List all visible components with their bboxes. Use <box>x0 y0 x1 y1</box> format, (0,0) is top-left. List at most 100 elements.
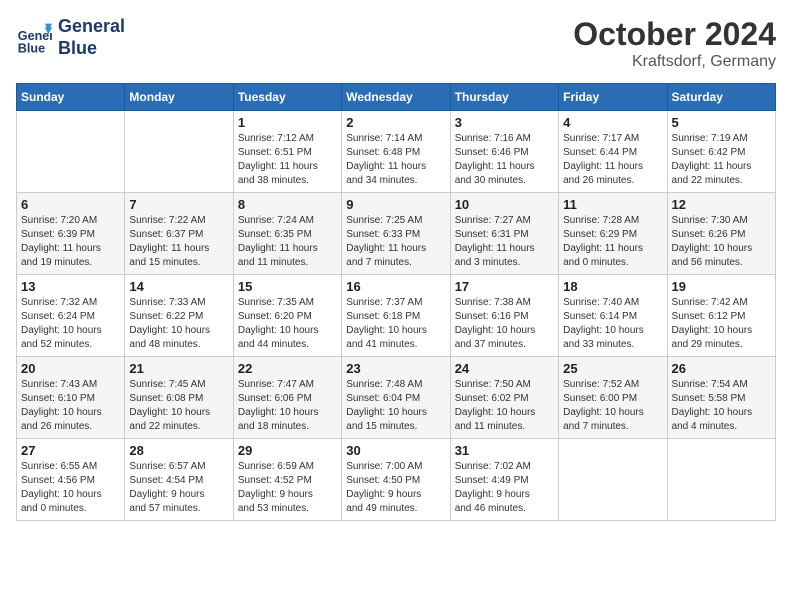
day-number: 17 <box>455 279 554 294</box>
calendar-cell: 17 Sunrise: 7:38 AM Sunset: 6:16 PM Dayli… <box>450 275 558 357</box>
month-title: October 2024 <box>573 16 776 53</box>
day-number: 14 <box>129 279 228 294</box>
weekday-header: Sunday <box>17 84 125 111</box>
day-info: Sunrise: 7:35 AM Sunset: 6:20 PM Dayligh… <box>238 296 337 352</box>
day-info: Sunrise: 7:14 AM Sunset: 6:48 PM Dayligh… <box>346 132 445 188</box>
location: Kraftsdorf, Germany <box>573 53 776 71</box>
weekday-header: Monday <box>125 84 233 111</box>
day-number: 4 <box>563 115 662 130</box>
day-info: Sunrise: 7:40 AM Sunset: 6:14 PM Dayligh… <box>563 296 662 352</box>
calendar-cell: 24Sunrise: 7:50 AM Sunset: 6:02 PM Dayli… <box>450 357 558 439</box>
calendar-body: 1 Sunrise: 7:12 AM Sunset: 6:51 PM Daylig… <box>17 111 776 521</box>
page-header: General Blue General Blue October 2024 K… <box>16 16 776 71</box>
calendar-cell: 28 Sunrise: 6:57 AM Sunset: 4:54 PM Dayli… <box>125 439 233 521</box>
calendar-cell: 23Sunrise: 7:48 AM Sunset: 6:04 PM Dayli… <box>342 357 450 439</box>
day-info: Sunrise: 7:12 AM Sunset: 6:51 PM Dayligh… <box>238 132 337 188</box>
day-number: 25 <box>563 361 662 376</box>
calendar-cell: 8 Sunrise: 7:24 AM Sunset: 6:35 PM Daylig… <box>233 193 341 275</box>
day-info: Sunrise: 7:43 AM Sunset: 6:10 PM Dayligh… <box>21 378 120 434</box>
svg-text:Blue: Blue <box>18 41 45 55</box>
day-info: Sunrise: 7:17 AM Sunset: 6:44 PM Dayligh… <box>563 132 662 188</box>
calendar-cell: 21Sunrise: 7:45 AM Sunset: 6:08 PM Dayli… <box>125 357 233 439</box>
calendar-cell: 7Sunrise: 7:22 AM Sunset: 6:37 PM Daylig… <box>125 193 233 275</box>
calendar-cell <box>667 439 775 521</box>
title-block: October 2024 Kraftsdorf, Germany <box>573 16 776 71</box>
calendar-cell: 13 Sunrise: 7:32 AM Sunset: 6:24 PM Dayli… <box>17 275 125 357</box>
calendar-cell: 26 Sunrise: 7:54 AM Sunset: 5:58 PM Dayli… <box>667 357 775 439</box>
day-number: 20 <box>21 361 120 376</box>
day-info: Sunrise: 7:38 AM Sunset: 6:16 PM Dayligh… <box>455 296 554 352</box>
day-info: Sunrise: 7:28 AM Sunset: 6:29 PM Dayligh… <box>563 214 662 270</box>
day-info: Sunrise: 7:19 AM Sunset: 6:42 PM Dayligh… <box>672 132 771 188</box>
day-info: Sunrise: 6:59 AM Sunset: 4:52 PM Dayligh… <box>238 460 337 516</box>
calendar-cell: 4 Sunrise: 7:17 AM Sunset: 6:44 PM Daylig… <box>559 111 667 193</box>
weekday-header: Tuesday <box>233 84 341 111</box>
day-info: Sunrise: 7:42 AM Sunset: 6:12 PM Dayligh… <box>672 296 771 352</box>
day-number: 16 <box>346 279 445 294</box>
day-info: Sunrise: 7:20 AM Sunset: 6:39 PM Dayligh… <box>21 214 120 270</box>
weekday-header: Saturday <box>667 84 775 111</box>
day-info: Sunrise: 7:37 AM Sunset: 6:18 PM Dayligh… <box>346 296 445 352</box>
day-info: Sunrise: 7:32 AM Sunset: 6:24 PM Dayligh… <box>21 296 120 352</box>
day-info: Sunrise: 7:48 AM Sunset: 6:04 PM Dayligh… <box>346 378 445 434</box>
calendar-week-row: 1 Sunrise: 7:12 AM Sunset: 6:51 PM Daylig… <box>17 111 776 193</box>
calendar-cell: 6Sunrise: 7:20 AM Sunset: 6:39 PM Daylig… <box>17 193 125 275</box>
day-info: Sunrise: 6:57 AM Sunset: 4:54 PM Dayligh… <box>129 460 228 516</box>
day-info: Sunrise: 7:22 AM Sunset: 6:37 PM Dayligh… <box>129 214 228 270</box>
calendar-cell: 29 Sunrise: 6:59 AM Sunset: 4:52 PM Dayli… <box>233 439 341 521</box>
day-number: 27 <box>21 443 120 458</box>
day-info: Sunrise: 7:02 AM Sunset: 4:49 PM Dayligh… <box>455 460 554 516</box>
calendar-cell: 14 Sunrise: 7:33 AM Sunset: 6:22 PM Dayli… <box>125 275 233 357</box>
weekday-header: Wednesday <box>342 84 450 111</box>
calendar-cell: 30Sunrise: 7:00 AM Sunset: 4:50 PM Dayli… <box>342 439 450 521</box>
calendar-cell: 27Sunrise: 6:55 AM Sunset: 4:56 PM Dayli… <box>17 439 125 521</box>
calendar-cell: 11 Sunrise: 7:28 AM Sunset: 6:29 PM Dayli… <box>559 193 667 275</box>
logo: General Blue General Blue <box>16 16 125 59</box>
day-info: Sunrise: 7:24 AM Sunset: 6:35 PM Dayligh… <box>238 214 337 270</box>
calendar-cell: 12 Sunrise: 7:30 AM Sunset: 6:26 PM Dayli… <box>667 193 775 275</box>
day-number: 24 <box>455 361 554 376</box>
day-number: 18 <box>563 279 662 294</box>
calendar-table: SundayMondayTuesdayWednesdayThursdayFrid… <box>16 83 776 521</box>
calendar-cell <box>17 111 125 193</box>
day-number: 13 <box>21 279 120 294</box>
calendar-cell: 20 Sunrise: 7:43 AM Sunset: 6:10 PM Dayli… <box>17 357 125 439</box>
day-info: Sunrise: 7:47 AM Sunset: 6:06 PM Dayligh… <box>238 378 337 434</box>
day-number: 3 <box>455 115 554 130</box>
day-info: Sunrise: 7:00 AM Sunset: 4:50 PM Dayligh… <box>346 460 445 516</box>
day-info: Sunrise: 7:16 AM Sunset: 6:46 PM Dayligh… <box>455 132 554 188</box>
calendar-cell: 15Sunrise: 7:35 AM Sunset: 6:20 PM Dayli… <box>233 275 341 357</box>
day-number: 8 <box>238 197 337 212</box>
day-number: 28 <box>129 443 228 458</box>
calendar-cell: 25 Sunrise: 7:52 AM Sunset: 6:00 PM Dayli… <box>559 357 667 439</box>
calendar-header: SundayMondayTuesdayWednesdayThursdayFrid… <box>17 84 776 111</box>
day-info: Sunrise: 7:33 AM Sunset: 6:22 PM Dayligh… <box>129 296 228 352</box>
day-info: Sunrise: 7:54 AM Sunset: 5:58 PM Dayligh… <box>672 378 771 434</box>
calendar-cell: 1 Sunrise: 7:12 AM Sunset: 6:51 PM Daylig… <box>233 111 341 193</box>
calendar-week-row: 27Sunrise: 6:55 AM Sunset: 4:56 PM Dayli… <box>17 439 776 521</box>
day-info: Sunrise: 7:45 AM Sunset: 6:08 PM Dayligh… <box>129 378 228 434</box>
day-number: 26 <box>672 361 771 376</box>
calendar-cell <box>125 111 233 193</box>
calendar-week-row: 13 Sunrise: 7:32 AM Sunset: 6:24 PM Dayli… <box>17 275 776 357</box>
calendar-cell: 18 Sunrise: 7:40 AM Sunset: 6:14 PM Dayli… <box>559 275 667 357</box>
calendar-cell: 22 Sunrise: 7:47 AM Sunset: 6:06 PM Dayli… <box>233 357 341 439</box>
calendar-cell: 16 Sunrise: 7:37 AM Sunset: 6:18 PM Dayli… <box>342 275 450 357</box>
calendar-cell: 31 Sunrise: 7:02 AM Sunset: 4:49 PM Dayli… <box>450 439 558 521</box>
day-number: 22 <box>238 361 337 376</box>
day-number: 2 <box>346 115 445 130</box>
logo-general: General <box>58 16 125 38</box>
day-info: Sunrise: 7:30 AM Sunset: 6:26 PM Dayligh… <box>672 214 771 270</box>
day-number: 12 <box>672 197 771 212</box>
day-number: 29 <box>238 443 337 458</box>
logo-blue: Blue <box>58 38 125 60</box>
calendar-cell: 5Sunrise: 7:19 AM Sunset: 6:42 PM Daylig… <box>667 111 775 193</box>
day-number: 11 <box>563 197 662 212</box>
calendar-cell: 2 Sunrise: 7:14 AM Sunset: 6:48 PM Daylig… <box>342 111 450 193</box>
calendar-cell: 10Sunrise: 7:27 AM Sunset: 6:31 PM Dayli… <box>450 193 558 275</box>
day-number: 1 <box>238 115 337 130</box>
day-info: Sunrise: 7:25 AM Sunset: 6:33 PM Dayligh… <box>346 214 445 270</box>
day-info: Sunrise: 7:52 AM Sunset: 6:00 PM Dayligh… <box>563 378 662 434</box>
day-number: 31 <box>455 443 554 458</box>
day-number: 9 <box>346 197 445 212</box>
